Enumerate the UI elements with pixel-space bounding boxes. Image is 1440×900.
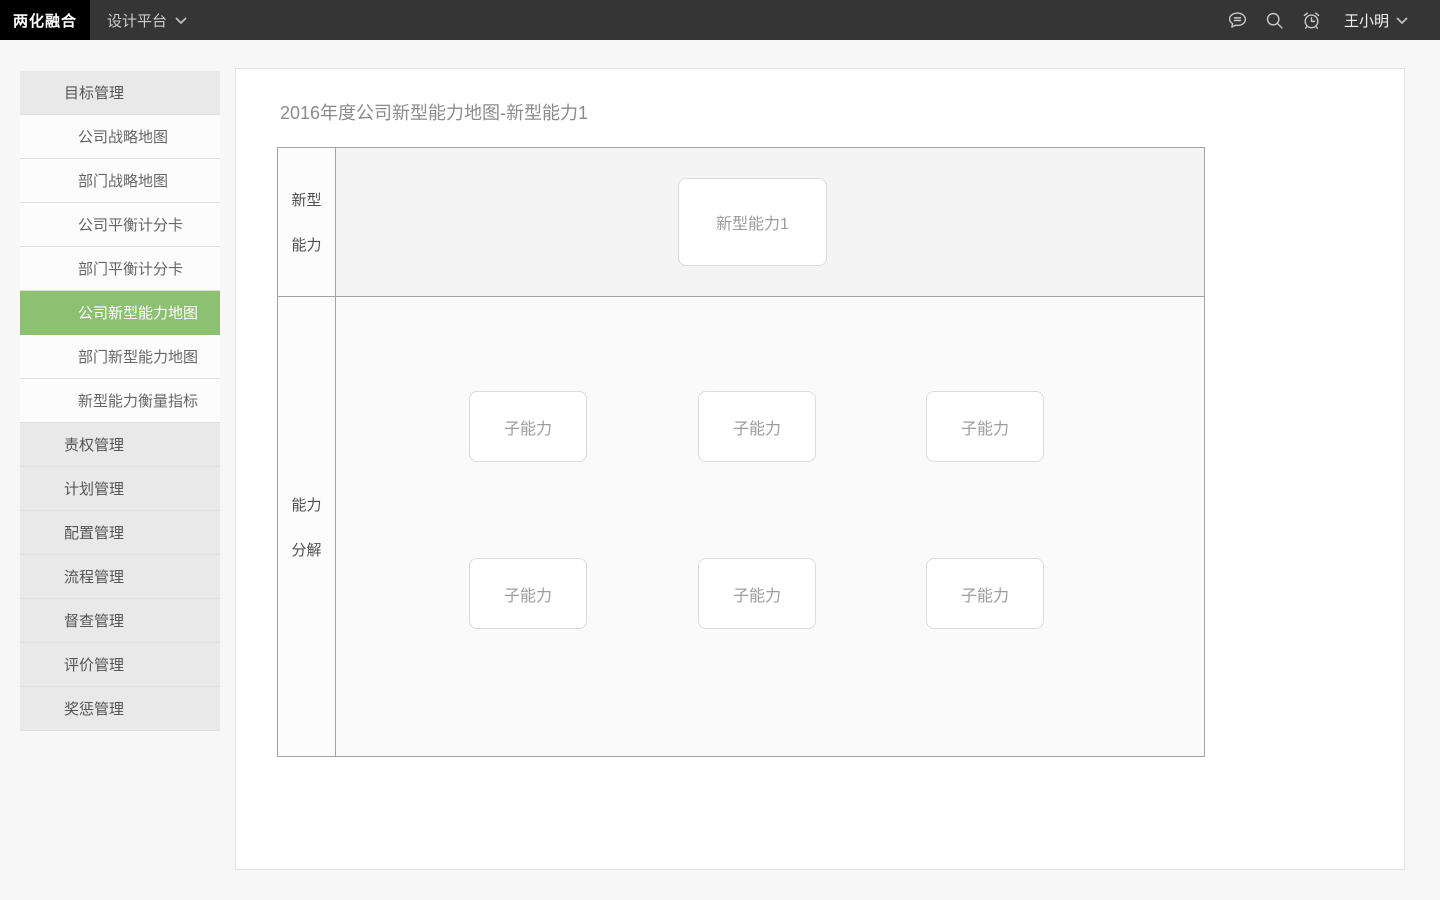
topbar-actions: 王小明: [1227, 9, 1440, 31]
row-header-capability-decomposition: 能力 分解: [278, 297, 336, 756]
sidebar-item-company-new-capability-map[interactable]: 公司新型能力地图: [20, 291, 220, 335]
sidebar-item-label: 评价管理: [64, 654, 124, 675]
sidebar-item-department-new-capability-map[interactable]: 部门新型能力地图: [20, 335, 220, 379]
sidebar-item-reward-punishment-management[interactable]: 奖惩管理: [20, 687, 220, 731]
sidebar-item-label: 公司新型能力地图: [78, 302, 198, 323]
platform-menu-label: 设计平台: [107, 10, 167, 31]
new-capability-card[interactable]: 新型能力1: [678, 178, 827, 266]
sidebar-item-label: 公司战略地图: [78, 126, 168, 147]
sidebar-item-department-strategy-map[interactable]: 部门战略地图: [20, 159, 220, 203]
sidebar-item-label: 配置管理: [64, 522, 124, 543]
sidebar-item-label: 计划管理: [64, 478, 124, 499]
platform-menu[interactable]: 设计平台: [107, 10, 187, 31]
sidebar-item-new-capability-metrics[interactable]: 新型能力衡量指标: [20, 379, 220, 423]
sidebar-item-department-balanced-scorecard[interactable]: 部门平衡计分卡: [20, 247, 220, 291]
sidebar-item-evaluation-management[interactable]: 评价管理: [20, 643, 220, 687]
sidebar-item-label: 新型能力衡量指标: [78, 390, 198, 411]
sidebar-item-process-management[interactable]: 流程管理: [20, 555, 220, 599]
capability-decomposition-cell: 子能力 子能力 子能力 子能力 子能力 子能力: [336, 297, 1204, 756]
sidebar-item-configuration-management[interactable]: 配置管理: [20, 511, 220, 555]
app-logo: 两化融合: [0, 0, 90, 40]
sub-capability-card[interactable]: 子能力: [926, 558, 1044, 629]
user-menu[interactable]: 王小明: [1344, 10, 1408, 31]
sidebar-item-label: 公司平衡计分卡: [78, 214, 183, 235]
row-header-line: 分解: [291, 539, 321, 560]
sidebar-item-plan-management[interactable]: 计划管理: [20, 467, 220, 511]
row-header-new-capability: 新型 能力: [278, 148, 336, 296]
sidebar-item-responsibility-management[interactable]: 责权管理: [20, 423, 220, 467]
new-capability-row: 新型 能力 新型能力1: [278, 148, 1204, 297]
sub-capability-card[interactable]: 子能力: [698, 558, 816, 629]
sidebar-item-supervision-management[interactable]: 督查管理: [20, 599, 220, 643]
page-title: 2016年度公司新型能力地图-新型能力1: [280, 99, 588, 125]
sidebar-item-label: 部门战略地图: [78, 170, 168, 191]
sidebar-item-company-strategy-map[interactable]: 公司战略地图: [20, 115, 220, 159]
chevron-down-icon: [175, 12, 187, 29]
sidebar-item-goal-management[interactable]: 目标管理: [20, 71, 220, 115]
sidebar-item-label: 目标管理: [64, 82, 124, 103]
new-capability-cell: 新型能力1: [336, 148, 1204, 296]
sidebar-item-label: 部门新型能力地图: [78, 346, 198, 367]
sidebar-item-label: 奖惩管理: [64, 698, 124, 719]
row-header-line: 能力: [291, 494, 321, 515]
capability-decomposition-row: 能力 分解 子能力 子能力 子能力 子能力 子能力 子能力: [278, 297, 1204, 756]
sidebar-item-company-balanced-scorecard[interactable]: 公司平衡计分卡: [20, 203, 220, 247]
sidebar-item-label: 部门平衡计分卡: [78, 258, 183, 279]
search-icon[interactable]: [1264, 9, 1286, 31]
main-panel: 2016年度公司新型能力地图-新型能力1 新型 能力 新型能力1 能力 分解 子…: [235, 68, 1405, 870]
sub-capability-card[interactable]: 子能力: [698, 391, 816, 462]
capability-map-table: 新型 能力 新型能力1 能力 分解 子能力 子能力 子能力 子能力 子能力 子能…: [277, 147, 1205, 757]
sidebar-item-label: 督查管理: [64, 610, 124, 631]
chevron-down-icon: [1396, 12, 1408, 29]
sidebar-nav: 目标管理 公司战略地图 部门战略地图 公司平衡计分卡 部门平衡计分卡 公司新型能…: [20, 71, 220, 731]
sidebar-item-label: 流程管理: [64, 566, 124, 587]
row-header-line: 能力: [291, 234, 321, 255]
top-bar: 两化融合 设计平台: [0, 0, 1440, 40]
alarm-icon[interactable]: [1301, 9, 1323, 31]
sub-capability-card[interactable]: 子能力: [469, 558, 587, 629]
sub-capability-card[interactable]: 子能力: [926, 391, 1044, 462]
user-name: 王小明: [1344, 10, 1389, 31]
row-header-line: 新型: [291, 189, 321, 210]
sidebar-item-label: 责权管理: [64, 434, 124, 455]
sub-capability-card[interactable]: 子能力: [469, 391, 587, 462]
message-icon[interactable]: [1227, 9, 1249, 31]
